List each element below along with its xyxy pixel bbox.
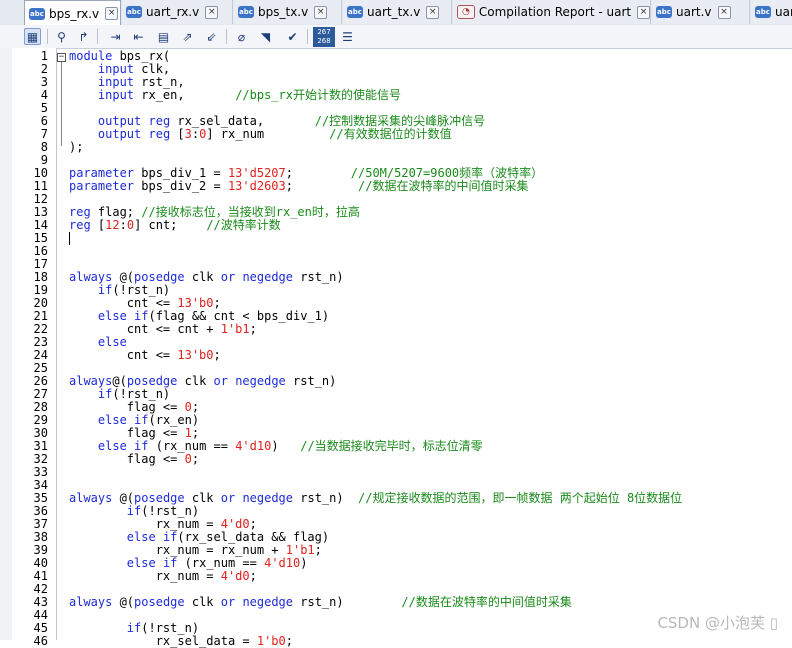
- line-number-toggle-button[interactable]: 267 268: [313, 27, 335, 47]
- find-next-icon[interactable]: ↱: [75, 28, 92, 45]
- code-line[interactable]: parameter bps_div_2 = 13'd2603; //数据在波特率…: [69, 180, 528, 193]
- tab-6[interactable]: abcuar: [751, 0, 792, 24]
- line-counter-bottom: 268: [317, 37, 331, 45]
- tab-0[interactable]: abc bps_rx.v ×: [24, 0, 121, 25]
- toolbar-divider: [307, 29, 308, 44]
- text-cursor: [69, 232, 70, 245]
- bookmark-next-icon[interactable]: ⇗: [179, 28, 196, 45]
- code-line[interactable]: input rx_en, //bps_rx开始计数的使能信号: [69, 89, 401, 102]
- fold-collapse-icon[interactable]: −: [57, 53, 66, 62]
- abc-file-icon: abc: [347, 6, 363, 18]
- abc-file-icon: abc: [755, 6, 771, 18]
- open-file-icon[interactable]: ▤: [155, 28, 172, 45]
- attach-icon[interactable]: ⌀: [233, 28, 250, 45]
- code-line[interactable]: output reg [3:0] rx_num //有效数据位的计数值: [69, 128, 452, 141]
- close-tab-icon[interactable]: ×: [314, 5, 328, 19]
- toolbar-divider: [97, 29, 98, 44]
- toggle-view-icon[interactable]: ▦: [24, 28, 41, 45]
- indent-icon[interactable]: ⇥: [107, 28, 124, 45]
- line-number-gutter: 1 2 3 4 5 6 7 8 9 10 11 12 13 14 15 16 17 18 19 20 21 22 23 24 2…: [12, 48, 57, 648]
- tab-label: uart_rx.v: [146, 5, 200, 19]
- tab-label: Compilation Report - uart: [478, 5, 632, 19]
- block-comment-icon[interactable]: ◥: [257, 28, 274, 45]
- watermark: CSDN @小泡芙 ▯: [657, 614, 778, 632]
- abc-file-icon: abc: [29, 7, 45, 20]
- fold-guide-line: [61, 62, 62, 146]
- tab-3[interactable]: abc uart_tx.v ×: [343, 0, 452, 24]
- abc-file-icon: abc: [656, 6, 672, 18]
- close-tab-icon[interactable]: ×: [105, 7, 119, 20]
- toolbar-divider: [226, 29, 227, 44]
- close-tab-icon[interactable]: ×: [637, 5, 650, 19]
- tab-2[interactable]: abc bps_tx.v ×: [234, 0, 342, 24]
- close-tab-icon[interactable]: ×: [205, 5, 219, 19]
- check-icon[interactable]: ✔: [284, 28, 301, 45]
- tab-label: uart.v: [676, 5, 712, 19]
- close-tab-icon[interactable]: ×: [426, 5, 440, 19]
- code-line[interactable]: rx_num = 4'd0;: [69, 570, 257, 583]
- tab-label: bps_rx.v: [49, 6, 100, 21]
- abc-file-icon: abc: [126, 6, 142, 18]
- tab-5[interactable]: abc uart.v ×: [652, 0, 750, 24]
- align-lines-icon[interactable]: ☰: [339, 28, 356, 45]
- abc-file-icon: abc: [238, 6, 254, 18]
- tab-4[interactable]: ◔ Compilation Report - uart ×: [453, 0, 651, 24]
- line-counter-top: 267: [317, 28, 331, 36]
- code-line[interactable]: reg [12:0] cnt; //波特率计数: [69, 219, 281, 232]
- toolbar-divider: [47, 29, 48, 44]
- unindent-icon[interactable]: ⇤: [130, 28, 147, 45]
- tab-label: uart_tx.v: [367, 5, 421, 19]
- editor-toolbar: ▦ ⚲ ↱ ⇥ ⇤ ▤ ⇗ ⇙ ⌀ ◥ ✔ ☰: [0, 25, 792, 49]
- editor-tab-bar: abc bps_rx.v × abc uart_rx.v × abc bps_tx.v × abc…: [0, 0, 792, 26]
- line-number: 46: [33, 634, 48, 648]
- code-line[interactable]: );: [69, 141, 83, 154]
- close-tab-icon[interactable]: ×: [717, 5, 731, 19]
- tab-1[interactable]: abc uart_rx.v ×: [122, 0, 233, 24]
- code-line[interactable]: always @(posedge clk or negedge rst_n) /…: [69, 596, 572, 609]
- tab-label: uar: [775, 5, 792, 19]
- code-line[interactable]: flag <= 0;: [69, 453, 199, 466]
- bookmark-prev-icon[interactable]: ⇙: [203, 28, 220, 45]
- code-line[interactable]: cnt <= 13'b0;: [69, 349, 221, 362]
- code-line[interactable]: rx_sel_data = 1'b0;: [69, 635, 293, 648]
- find-icon[interactable]: ⚲: [53, 28, 70, 45]
- report-icon: ◔: [457, 5, 475, 19]
- tab-label: bps_tx.v: [258, 5, 309, 19]
